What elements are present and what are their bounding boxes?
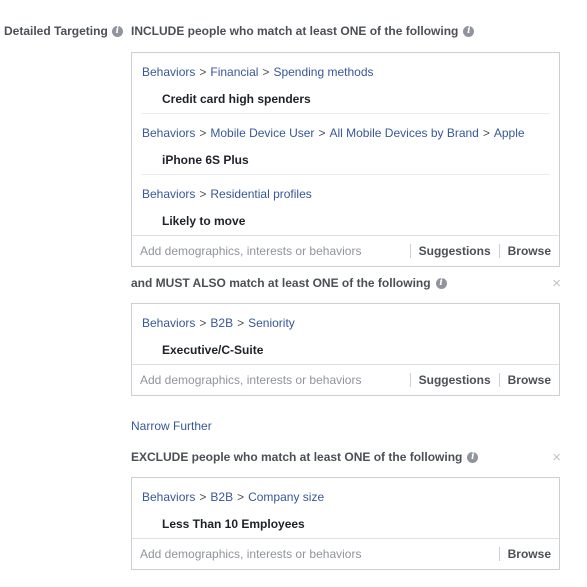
separator-icon: >	[482, 126, 490, 140]
exclude-input-row: Browse	[132, 538, 559, 569]
exclude-heading-text: EXCLUDE people who match at least ONE of…	[131, 450, 463, 464]
info-icon[interactable]: i	[467, 451, 479, 463]
suggestions-button[interactable]: Suggestions	[409, 373, 499, 387]
breadcrumb: Behaviors > Residential profiles	[142, 181, 549, 207]
crumb-behaviors[interactable]: Behaviors	[142, 187, 195, 201]
separator-icon: >	[237, 316, 245, 330]
exclude-search-input[interactable]	[132, 546, 499, 562]
separator-icon: >	[237, 490, 245, 504]
targeting-item[interactable]: iPhone 6S Plus	[142, 146, 549, 174]
suggestions-button[interactable]: Suggestions	[409, 244, 499, 258]
crumb-mobile-device-user[interactable]: Mobile Device User	[210, 126, 314, 140]
browse-button[interactable]: Browse	[498, 373, 559, 387]
must-also-group-1: Behaviors > B2B > Seniority Executive/C-Su…	[142, 304, 549, 364]
crumb-behaviors[interactable]: Behaviors	[142, 490, 195, 504]
crumb-financial[interactable]: Financial	[210, 65, 258, 79]
include-heading-text: INCLUDE people who match at least ONE of…	[131, 24, 459, 38]
include-group-1: Behaviors > Financial > Spending methods C…	[142, 53, 549, 114]
separator-icon: >	[199, 126, 207, 140]
browse-button[interactable]: Browse	[498, 244, 559, 258]
include-box: Behaviors > Financial > Spending methods C…	[131, 52, 560, 267]
detailed-targeting-label: Detailed Targeting i	[4, 24, 123, 38]
crumb-behaviors[interactable]: Behaviors	[142, 65, 195, 79]
close-icon[interactable]: ×	[552, 450, 561, 465]
exclude-box: Behaviors > B2B > Company size Less Than 1…	[131, 477, 560, 570]
targeting-item[interactable]: Credit card high spenders	[142, 85, 549, 113]
targeting-item[interactable]: Less Than 10 Employees	[142, 510, 549, 538]
separator-icon: >	[199, 316, 207, 330]
exclude-group-1: Behaviors > B2B > Company size Less Than 1…	[142, 478, 549, 538]
crumb-residential-profiles[interactable]: Residential profiles	[210, 187, 311, 201]
close-icon[interactable]: ×	[552, 276, 561, 291]
separator-icon: >	[199, 187, 207, 201]
crumb-all-mobile-devices[interactable]: All Mobile Devices by Brand	[329, 126, 478, 140]
separator-icon: >	[262, 65, 270, 79]
separator-icon: >	[199, 490, 207, 504]
crumb-company-size[interactable]: Company size	[248, 490, 324, 504]
exclude-heading: EXCLUDE people who match at least ONE of…	[131, 450, 479, 464]
targeting-item[interactable]: Executive/C-Suite	[142, 336, 549, 364]
breadcrumb: Behaviors > B2B > Seniority	[142, 310, 549, 336]
crumb-behaviors[interactable]: Behaviors	[142, 316, 195, 330]
crumb-seniority[interactable]: Seniority	[248, 316, 295, 330]
breadcrumb: Behaviors > Mobile Device User > All Mobil…	[142, 120, 549, 146]
include-heading: INCLUDE people who match at least ONE of…	[131, 24, 475, 38]
must-also-search-input[interactable]	[132, 372, 410, 388]
include-search-input[interactable]	[132, 243, 410, 259]
info-icon[interactable]: i	[111, 25, 123, 37]
separator-icon: >	[199, 65, 207, 79]
detailed-targeting-text: Detailed Targeting	[4, 24, 108, 38]
info-icon[interactable]: i	[435, 277, 447, 289]
include-input-row: Suggestions Browse	[132, 235, 559, 266]
include-group-2: Behaviors > Mobile Device User > All Mobil…	[142, 114, 549, 175]
separator-icon: >	[318, 126, 326, 140]
must-also-heading: and MUST ALSO match at least ONE of the …	[131, 276, 447, 290]
breadcrumb: Behaviors > Financial > Spending methods	[142, 59, 549, 85]
crumb-spending-methods[interactable]: Spending methods	[273, 65, 373, 79]
crumb-apple[interactable]: Apple	[494, 126, 525, 140]
breadcrumb: Behaviors > B2B > Company size	[142, 484, 549, 510]
must-also-box: Behaviors > B2B > Seniority Executive/C-Su…	[131, 303, 560, 396]
include-group-3: Behaviors > Residential profiles Likely t…	[142, 175, 549, 235]
targeting-item[interactable]: Likely to move	[142, 207, 549, 235]
narrow-further-link[interactable]: Narrow Further	[131, 419, 212, 433]
info-icon[interactable]: i	[463, 25, 475, 37]
must-also-input-row: Suggestions Browse	[132, 364, 559, 395]
browse-button[interactable]: Browse	[498, 547, 559, 561]
crumb-b2b[interactable]: B2B	[210, 490, 233, 504]
crumb-b2b[interactable]: B2B	[210, 316, 233, 330]
crumb-behaviors[interactable]: Behaviors	[142, 126, 195, 140]
must-also-heading-text: and MUST ALSO match at least ONE of the …	[131, 276, 431, 290]
